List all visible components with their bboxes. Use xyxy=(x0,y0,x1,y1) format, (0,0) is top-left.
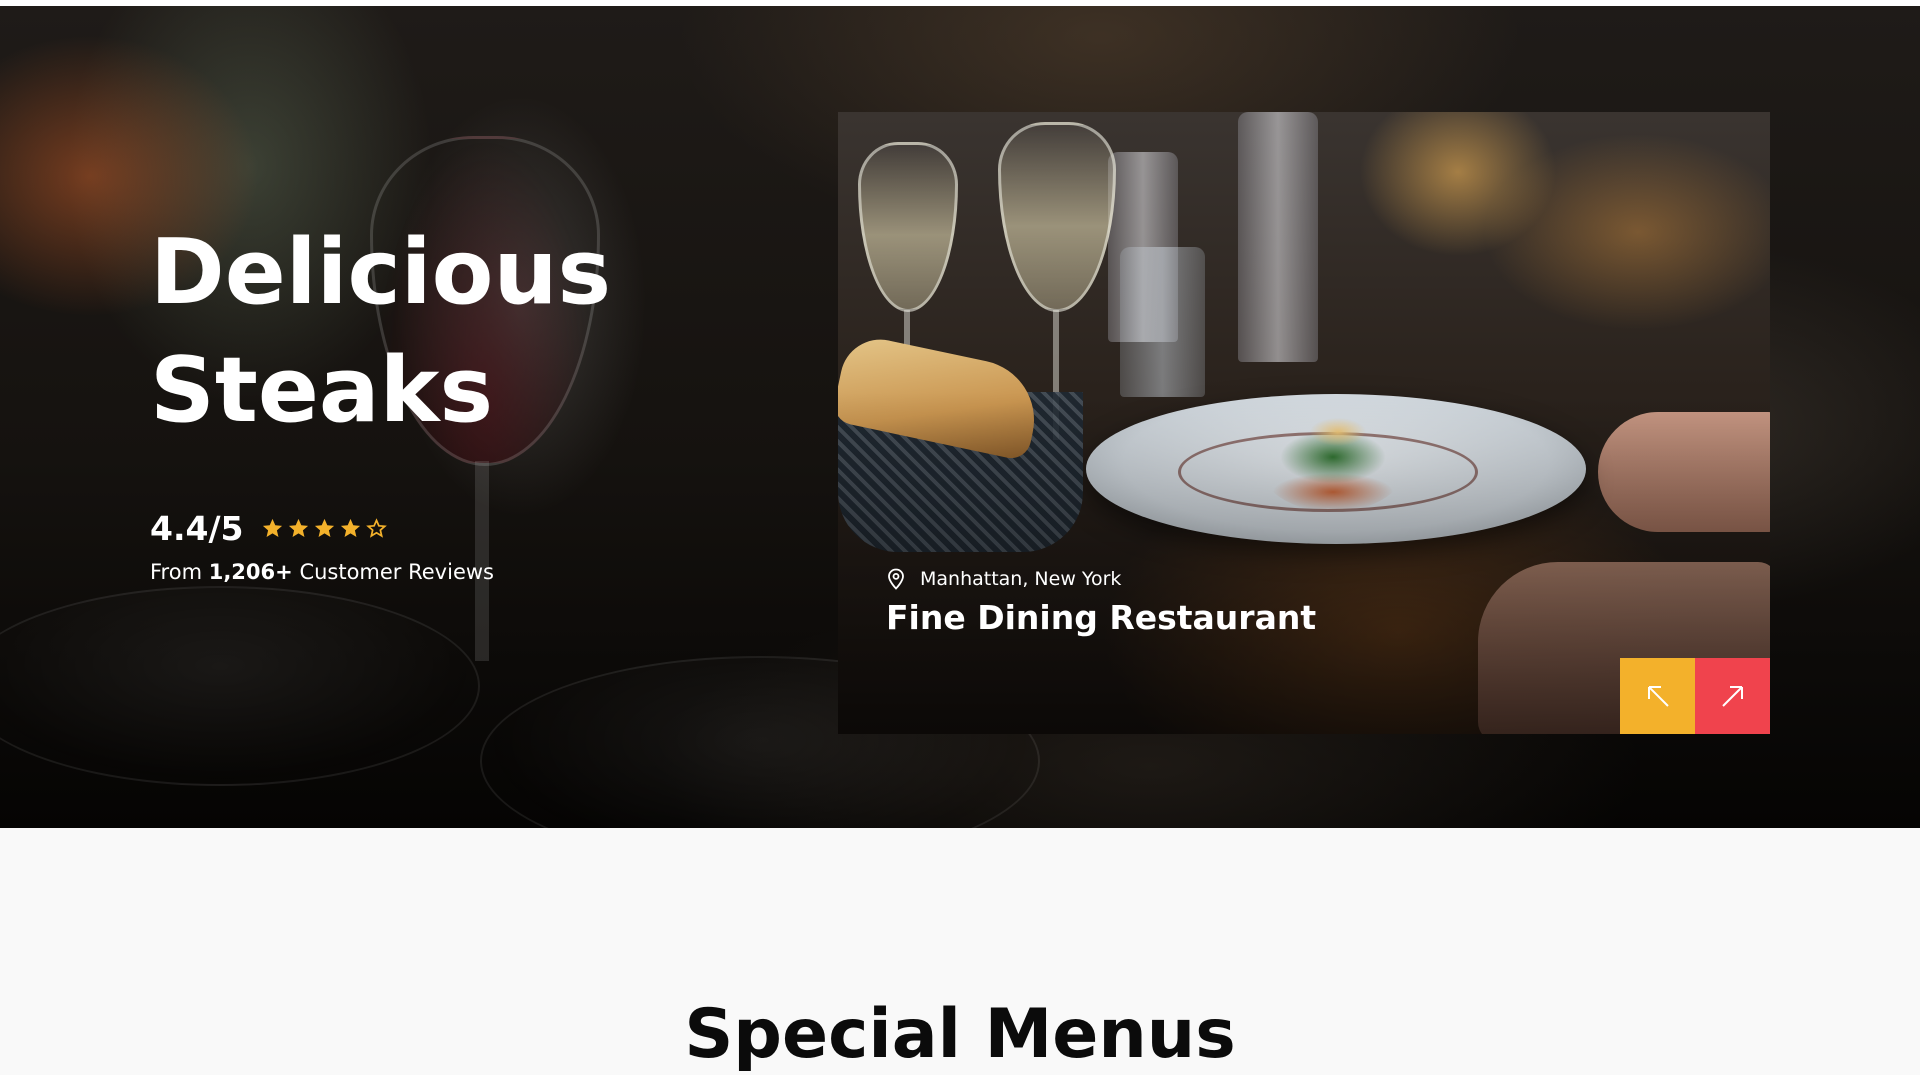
special-menus-heading: Special Menus xyxy=(684,995,1236,1074)
card-location-text: Manhattan, New York xyxy=(920,568,1122,590)
star-filled-icon xyxy=(287,517,310,540)
star-filled-icon xyxy=(313,517,336,540)
star-filled-icon xyxy=(261,517,284,540)
rating: 4.4/5 xyxy=(150,506,388,550)
next-slide-button[interactable] xyxy=(1695,658,1770,734)
hero-title-line-2: Steaks xyxy=(150,338,494,443)
map-pin-icon xyxy=(886,568,906,590)
hero-section: Delicious Steaks 4.4/5 From 1,206+ Custo… xyxy=(0,6,1920,828)
reviews-prefix: From xyxy=(150,560,203,584)
hero-title: Delicious Steaks xyxy=(150,214,611,450)
reviews-suffix: Customer Reviews xyxy=(299,560,494,584)
rating-stars xyxy=(261,517,388,540)
card-restaurant-name[interactable]: Fine Dining Restaurant xyxy=(886,598,1316,637)
arrow-up-left-icon xyxy=(1647,686,1669,707)
star-filled-icon xyxy=(339,517,362,540)
reviews-summary: From 1,206+ Customer Reviews xyxy=(150,560,494,584)
background-plate xyxy=(0,586,480,786)
reviews-count: 1,206+ xyxy=(208,560,293,584)
previous-slide-button[interactable] xyxy=(1620,658,1695,734)
star-empty-icon xyxy=(365,517,388,540)
arrow-up-right-icon xyxy=(1721,686,1743,707)
hero-title-line-1: Delicious xyxy=(150,220,612,325)
card-photo-shade xyxy=(838,112,1770,734)
rating-value: 4.4/5 xyxy=(150,508,244,548)
featured-restaurant-card[interactable]: Manhattan, New York Fine Dining Restaura… xyxy=(838,112,1770,734)
card-location: Manhattan, New York xyxy=(886,568,1121,590)
